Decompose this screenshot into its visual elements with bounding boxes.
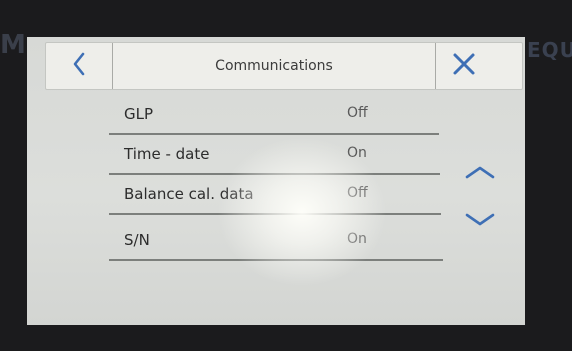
device-bezel: M EQU Communications GLP Off Time - date… [0, 0, 572, 351]
setting-row-sn[interactable]: S/N On [109, 225, 443, 261]
back-button[interactable] [46, 43, 113, 89]
setting-row-balance-cal-data[interactable]: Balance cal. data Off [109, 179, 441, 215]
setting-value: Off [347, 185, 368, 201]
chevron-up-icon [464, 164, 496, 184]
background-text-left: M [0, 30, 26, 60]
chevron-left-icon [71, 51, 87, 81]
scroll-up-button[interactable] [462, 161, 498, 187]
setting-row-glp[interactable]: GLP Off [109, 99, 441, 135]
row-divider [109, 259, 443, 261]
scroll-down-button[interactable] [462, 209, 498, 235]
setting-row-time-date[interactable]: Time - date On [109, 139, 441, 175]
setting-label: GLP [124, 105, 154, 123]
setting-label: Balance cal. data [124, 185, 254, 203]
setting-value: Off [347, 105, 368, 121]
row-divider [109, 173, 440, 175]
setting-value: On [347, 231, 367, 247]
row-divider [109, 213, 441, 215]
close-button[interactable] [435, 43, 492, 89]
setting-label: S/N [124, 231, 150, 249]
setting-label: Time - date [124, 145, 210, 163]
row-divider [109, 133, 439, 135]
touch-screen: Communications GLP Off Time - date On Ba… [27, 37, 525, 325]
page-title: Communications [215, 58, 333, 74]
chevron-down-icon [464, 212, 496, 232]
title-bar: Communications [45, 42, 523, 90]
background-text-right: EQU [527, 38, 572, 62]
close-icon [452, 52, 476, 80]
setting-value: On [347, 145, 367, 161]
